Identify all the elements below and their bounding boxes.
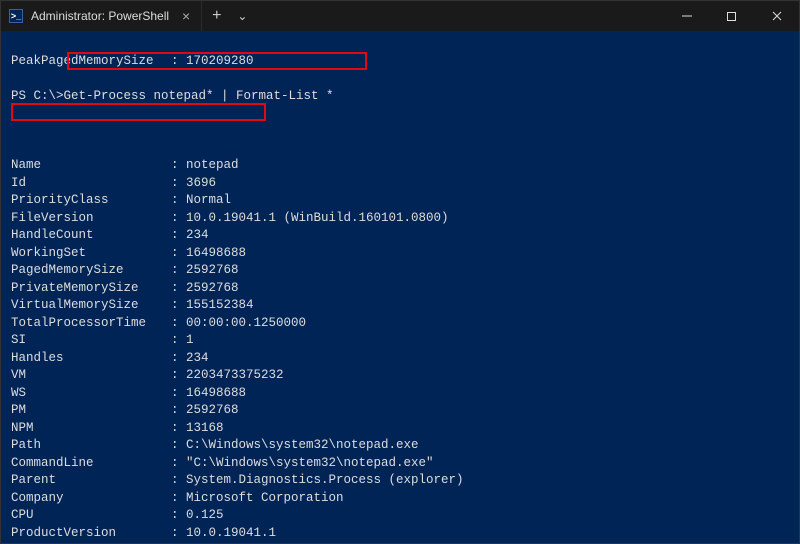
property-value: : Microsoft Corporation	[171, 490, 344, 508]
command-text: Get-Process notepad* | Format-List *	[64, 88, 334, 106]
property-value: : C:\Windows\system32\notepad.exe	[171, 437, 419, 455]
property-key: FileVersion	[11, 210, 171, 228]
property-value: : Normal	[171, 192, 231, 210]
output-line: CommandLine: "C:\Windows\system32\notepa…	[11, 455, 789, 473]
output-line: PriorityClass: Normal	[11, 192, 789, 210]
output-line: SI: 1	[11, 332, 789, 350]
tab-title: Administrator: PowerShell	[31, 9, 169, 23]
output-line: VirtualMemorySize: 155152384	[11, 297, 789, 315]
output-line: TotalProcessorTime: 00:00:00.1250000	[11, 315, 789, 333]
property-value: : 170209280	[171, 53, 254, 71]
property-key: Description	[11, 542, 171, 543]
property-key: PM	[11, 402, 171, 420]
property-key: Path	[11, 437, 171, 455]
close-tab-button[interactable]: ×	[177, 7, 195, 25]
property-key: CPU	[11, 507, 171, 525]
new-tab-button[interactable]: +	[202, 1, 231, 31]
output-line: CPU: 0.125	[11, 507, 789, 525]
command-line: PS C:\> Get-Process notepad* | Format-Li…	[11, 88, 789, 106]
close-window-button[interactable]	[754, 1, 799, 31]
output-line: Company: Microsoft Corporation	[11, 490, 789, 508]
property-value: : Notepad	[171, 542, 239, 543]
output-line: Handles: 234	[11, 350, 789, 368]
property-key: PriorityClass	[11, 192, 171, 210]
property-value: : 155152384	[171, 297, 254, 315]
property-value: : 00:00:00.1250000	[171, 315, 306, 333]
output-line: PrivateMemorySize: 2592768	[11, 280, 789, 298]
property-key: ProductVersion	[11, 525, 171, 543]
output-line: ProductVersion: 10.0.19041.1	[11, 525, 789, 543]
property-key: Id	[11, 175, 171, 193]
output-line: VM: 2203473375232	[11, 367, 789, 385]
output-line: Name: notepad	[11, 157, 789, 175]
property-value: : 16498688	[171, 245, 246, 263]
property-key: CommandLine	[11, 455, 171, 473]
maximize-button[interactable]	[709, 1, 754, 31]
property-value: : 16498688	[171, 385, 246, 403]
property-value: : 1	[171, 332, 194, 350]
output-line: Description: Notepad	[11, 542, 789, 543]
maximize-icon	[726, 11, 737, 22]
minimize-button[interactable]	[664, 1, 709, 31]
powershell-icon: >_	[9, 9, 23, 23]
property-key: HandleCount	[11, 227, 171, 245]
property-value: : 2592768	[171, 402, 239, 420]
output-line: PM: 2592768	[11, 402, 789, 420]
property-key: WorkingSet	[11, 245, 171, 263]
property-value: : notepad	[171, 157, 239, 175]
titlebar: >_ Administrator: PowerShell × + ⌄	[1, 1, 799, 31]
property-key: Name	[11, 157, 171, 175]
app-window: >_ Administrator: PowerShell × + ⌄ PeakP…	[0, 0, 800, 544]
property-key: PrivateMemorySize	[11, 280, 171, 298]
property-key: Company	[11, 490, 171, 508]
property-key: TotalProcessorTime	[11, 315, 171, 333]
output-line: Id: 3696	[11, 175, 789, 193]
property-value: : 2592768	[171, 280, 239, 298]
minimize-icon	[681, 10, 693, 22]
property-value: : 10.0.19041.1 (WinBuild.160101.0800)	[171, 210, 449, 228]
tab-powershell[interactable]: >_ Administrator: PowerShell ×	[1, 1, 202, 31]
property-key: VM	[11, 367, 171, 385]
output-line: WS: 16498688	[11, 385, 789, 403]
prompt: PS C:\>	[11, 88, 64, 106]
property-value: : 234	[171, 350, 209, 368]
output-line: Parent: System.Diagnostics.Process (expl…	[11, 472, 789, 490]
output-line: FileVersion: 10.0.19041.1 (WinBuild.1601…	[11, 210, 789, 228]
property-key: VirtualMemorySize	[11, 297, 171, 315]
property-key: PagedMemorySize	[11, 262, 171, 280]
property-value: : "C:\Windows\system32\notepad.exe"	[171, 455, 434, 473]
property-value: : System.Diagnostics.Process (explorer)	[171, 472, 464, 490]
output-line: Path: C:\Windows\system32\notepad.exe	[11, 437, 789, 455]
property-key: Parent	[11, 472, 171, 490]
output-line: WorkingSet: 16498688	[11, 245, 789, 263]
tab-dropdown-button[interactable]: ⌄	[231, 9, 253, 23]
property-key: PeakPagedMemorySize	[11, 53, 171, 71]
highlight-id-row	[11, 103, 266, 121]
property-value: : 234	[171, 227, 209, 245]
property-key: NPM	[11, 420, 171, 438]
property-value: : 2203473375232	[171, 367, 284, 385]
property-value: : 13168	[171, 420, 224, 438]
property-value: : 3696	[171, 175, 216, 193]
close-icon	[771, 10, 783, 22]
property-key: SI	[11, 332, 171, 350]
output-line: PeakPagedMemorySize: 170209280	[11, 53, 789, 71]
terminal-output[interactable]: PeakPagedMemorySize: 170209280 PS C:\> G…	[1, 31, 799, 543]
property-key: WS	[11, 385, 171, 403]
output-line: PagedMemorySize: 2592768	[11, 262, 789, 280]
property-value: : 10.0.19041.1	[171, 525, 276, 543]
property-value: : 2592768	[171, 262, 239, 280]
output-line: HandleCount: 234	[11, 227, 789, 245]
property-key: Handles	[11, 350, 171, 368]
property-value: : 0.125	[171, 507, 224, 525]
output-line: NPM: 13168	[11, 420, 789, 438]
